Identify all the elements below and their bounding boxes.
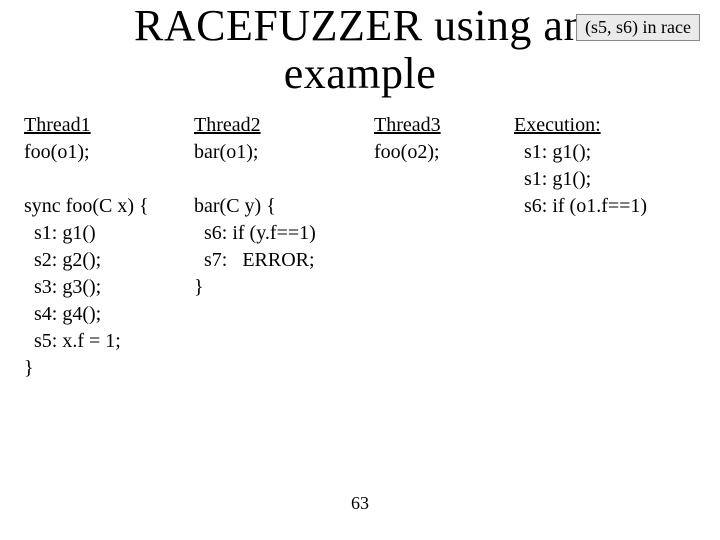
thread3-column: Thread3 foo(o2); xyxy=(374,112,514,382)
exec-line-3: s6: if (o1.f==1) xyxy=(514,195,647,217)
thread1-column: Thread1 foo(o1); sync foo(C x) { s1: g1(… xyxy=(24,112,194,382)
race-badge: (s5, s6) in race xyxy=(576,14,700,41)
bar-line-s6: s6: if (y.f==1) xyxy=(194,222,316,244)
thread2-heading: Thread2 xyxy=(194,114,261,136)
foo-close: } xyxy=(24,357,34,379)
thread3-heading: Thread3 xyxy=(374,114,441,136)
thread3-call: foo(o2); xyxy=(374,141,440,163)
execution-column: Execution: s1: g1(); s1: g1(); s6: if (o… xyxy=(514,112,700,382)
title-line-2: example xyxy=(284,49,437,98)
slide: RACEFUZZER using an example (s5, s6) in … xyxy=(0,0,720,540)
thread2-call: bar(o1); xyxy=(194,141,258,163)
bar-line-s7: s7: ERROR; xyxy=(194,249,315,271)
bar-close: } xyxy=(194,276,204,298)
foo-line-s2: s2: g2(); xyxy=(24,249,101,271)
exec-line-1: s1: g1(); xyxy=(514,141,591,163)
bar-signature: bar(C y) { xyxy=(194,195,276,217)
thread1-heading: Thread1 xyxy=(24,114,91,136)
exec-line-2: s1: g1(); xyxy=(514,168,591,190)
page-number: 63 xyxy=(0,493,720,514)
foo-line-s1: s1: g1() xyxy=(24,222,96,244)
foo-signature: sync foo(C x) { xyxy=(24,195,149,217)
foo-line-s3: s3: g3(); xyxy=(24,276,101,298)
execution-heading: Execution: xyxy=(514,114,601,136)
foo-line-s5: s5: x.f = 1; xyxy=(24,330,121,352)
content-columns: Thread1 foo(o1); sync foo(C x) { s1: g1(… xyxy=(24,112,700,382)
foo-line-s4: s4: g4(); xyxy=(24,303,101,325)
title-line-1: RACEFUZZER using an xyxy=(134,1,586,50)
thread1-call: foo(o1); xyxy=(24,141,90,163)
thread2-column: Thread2 bar(o1); bar(C y) { s6: if (y.f=… xyxy=(194,112,374,382)
